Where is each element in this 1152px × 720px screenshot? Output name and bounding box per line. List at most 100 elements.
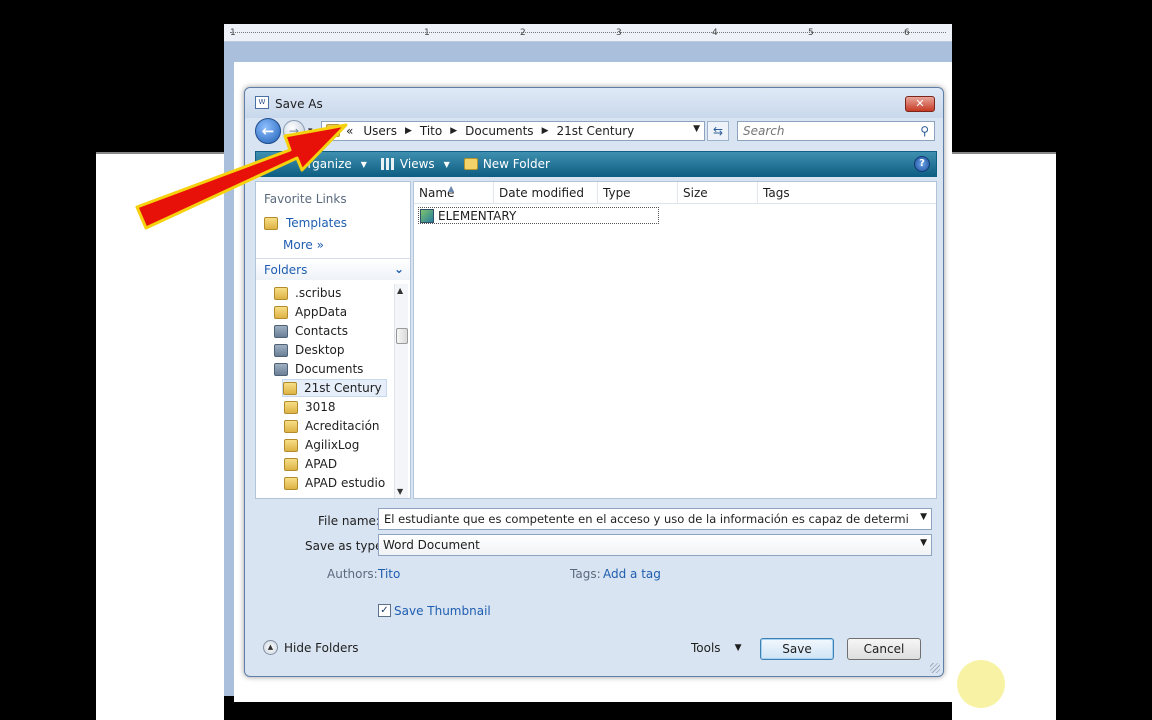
breadcrumb-overflow[interactable]: « [346,124,353,138]
column-headers: ▲ Name Date modified Type Size Tags [414,182,936,204]
command-toolbar: Organize ▼ Views ▼ New Folder ? [255,151,937,177]
tree-scrollbar[interactable]: ▲ ▼ [394,284,408,498]
search-icon[interactable]: ⚲ [920,124,929,138]
sort-ascending-icon: ▲ [448,184,455,193]
views-button[interactable]: Views ▼ [380,157,450,171]
column-header-date-modified[interactable]: Date modified [494,182,598,204]
tree-item[interactable]: AppData [274,303,351,321]
tags-value[interactable]: Add a tag [603,567,661,581]
organize-label: Organize [298,157,352,171]
tree-item-selected[interactable]: 21st Century [282,379,387,397]
tree-item[interactable]: Desktop [274,341,349,359]
tree-item[interactable]: .scribus [274,284,345,302]
recent-pages-chevron-icon[interactable]: ▾ [308,126,318,136]
tree-item-label: Acreditación [305,419,380,433]
breadcrumb: « Users ▶ Tito ▶ Documents ▶ 21st Centur… [346,124,634,138]
save-as-type-select[interactable]: Word Document ▼ [378,534,932,556]
tree-item[interactable]: 3018 [284,398,340,416]
chevron-down-icon: ▼ [443,159,450,169]
resize-grip-icon[interactable] [930,663,940,673]
ruler-tick: 1 [424,28,430,38]
column-header-name[interactable]: ▲ Name [414,182,494,204]
tools-button[interactable]: Tools ▼ [691,641,741,655]
folders-header[interactable]: Folders ⌄ [256,258,410,280]
folder-icon [284,400,298,414]
file-name-combobox[interactable]: ▼ [378,508,932,530]
save-thumbnail-label[interactable]: Save Thumbnail [394,604,491,618]
save-as-dialog: W Save As ✕ ← → ▾ « Users ▶ Tito ▶ Docum… [244,87,944,677]
file-name-label: File name: [318,514,380,528]
folder-icon [264,216,278,230]
save-thumbnail-checkbox[interactable]: ✓ [378,604,391,617]
views-label: Views [399,157,435,171]
file-row[interactable]: ELEMENTARY [418,207,659,224]
breadcrumb-separator-icon[interactable]: ▶ [450,126,457,136]
tree-item[interactable]: Contacts [274,322,352,340]
tree-item-label: AppData [295,305,348,319]
tree-item[interactable]: Documents [274,360,367,378]
chevron-down-icon[interactable]: ▼ [920,512,927,522]
folder-tree: .scribus AppData Contacts Desktop Docume… [256,284,392,498]
folder-icon [283,381,297,395]
tree-item[interactable]: APAD [284,455,341,473]
help-icon[interactable]: ? [914,156,930,172]
tree-item-label: 21st Century [304,381,382,395]
breadcrumb-separator-icon[interactable]: ▶ [405,126,412,136]
tree-item-label: 3018 [305,400,336,414]
search-input[interactable] [738,122,908,140]
file-name: ELEMENTARY [438,208,517,223]
tree-item[interactable]: APAD estudio [284,474,389,492]
scrollbar-thumb[interactable] [396,328,408,344]
navigation-pane: Favorite Links Templates More » Folders … [255,181,411,499]
breadcrumb-documents[interactable]: Documents [465,124,533,138]
document-page-right[interactable] [952,152,1056,720]
tree-item[interactable]: Acreditación [284,417,384,435]
favorite-link-templates[interactable]: Templates [264,216,347,230]
column-header-label: Tags [763,186,790,200]
cancel-button[interactable]: Cancel [847,638,921,660]
dialog-title: Save As [275,97,323,111]
tree-item[interactable]: AgilixLog [284,436,363,454]
folder-icon [274,305,288,319]
authors-label: Authors: [327,567,378,581]
dialog-titlebar[interactable]: W Save As ✕ [245,88,943,118]
column-header-size[interactable]: Size [678,182,758,204]
authors-value[interactable]: Tito [378,567,400,581]
chevron-down-icon[interactable]: ⌄ [394,262,404,276]
breadcrumb-21st-century[interactable]: 21st Century [556,124,634,138]
back-arrow-icon[interactable]: ← [255,118,281,144]
forward-arrow-icon[interactable]: → [283,120,305,142]
refresh-icon[interactable]: ⇆ [707,121,729,141]
column-header-tags[interactable]: Tags [758,182,936,204]
tools-label: Tools [691,641,721,655]
hide-folders-button[interactable]: ▲ Hide Folders [263,640,359,655]
breadcrumb-tito[interactable]: Tito [420,124,442,138]
save-button[interactable]: Save [760,638,834,660]
chevron-down-icon[interactable]: ▼ [920,538,927,548]
tree-item-label: Documents [295,362,364,376]
file-list-pane[interactable]: ▲ Name Date modified Type Size Tags ELEM… [413,181,937,499]
ruler-tick: 2 [520,28,526,38]
scroll-down-icon[interactable]: ▼ [397,487,403,496]
organize-button[interactable]: Organize ▼ [298,157,367,171]
breadcrumb-users[interactable]: Users [363,124,397,138]
column-header-type[interactable]: Type [598,182,678,204]
new-folder-label: New Folder [482,157,550,171]
word-document-icon [420,208,434,223]
new-folder-button[interactable]: New Folder [463,157,550,171]
ruler-tick: 4 [712,28,718,38]
close-button[interactable]: ✕ [905,96,935,112]
document-page-left[interactable] [96,152,224,720]
breadcrumb-separator-icon[interactable]: ▶ [542,126,549,136]
horizontal-ruler[interactable]: 1 1 2 3 4 5 6 [224,24,952,42]
chevron-down-icon[interactable]: ▼ [693,124,700,134]
tree-item-label: AgilixLog [305,438,360,452]
tree-item-label: Desktop [295,343,345,357]
scroll-up-icon[interactable]: ▲ [397,286,403,295]
ruler-tick: 6 [904,28,910,38]
file-name-input[interactable] [379,509,909,529]
word-icon: W [255,96,269,109]
more-favorites-link[interactable]: More » [283,238,324,252]
address-bar[interactable]: « Users ▶ Tito ▶ Documents ▶ 21st Centur… [321,121,705,141]
search-box[interactable]: ⚲ [737,121,935,141]
